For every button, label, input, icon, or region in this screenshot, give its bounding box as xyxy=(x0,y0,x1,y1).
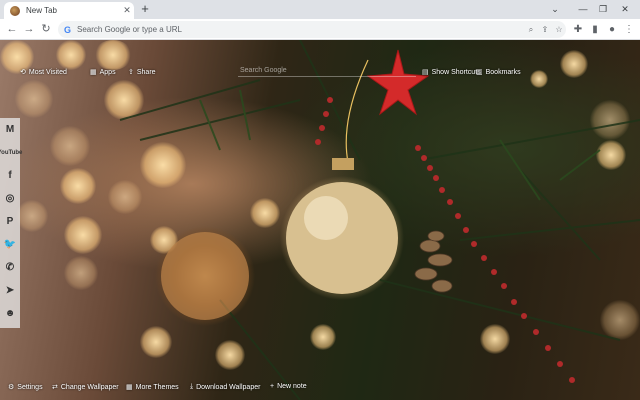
gmail-icon[interactable]: M xyxy=(0,118,20,141)
new-tab-page: ⟲ Most Visited ▦ Apps ⇪ Share Search Goo… xyxy=(0,40,640,400)
most-visited-label: Most Visited xyxy=(28,68,67,76)
show-shortcuts-button[interactable]: ▤ Show Shortcuts xyxy=(422,68,481,77)
most-visited-button[interactable]: ⟲ Most Visited xyxy=(20,68,67,77)
gold-glitter-ornament xyxy=(286,182,398,294)
maximize-button[interactable]: ❐ xyxy=(594,1,612,17)
instagram-icon[interactable]: ◎ xyxy=(0,187,20,210)
new-note-label: New note xyxy=(277,383,307,390)
star-icon[interactable]: ☆ xyxy=(552,25,566,34)
bookmarks-button[interactable]: ▥ Bookmarks xyxy=(476,68,521,77)
new-note-button[interactable]: + New note xyxy=(270,383,307,390)
youtube-icon[interactable]: YouTube xyxy=(0,141,22,164)
download-icon: ⤓ xyxy=(190,383,194,390)
tab-new-tab[interactable]: New Tab ✕ xyxy=(4,2,134,19)
wallpaper-ornaments xyxy=(119,40,640,400)
apps-label: Apps xyxy=(99,68,116,76)
more-themes-label: More Themes xyxy=(135,383,179,391)
forward-button[interactable]: → xyxy=(21,22,37,37)
share-icon[interactable]: ⇪ xyxy=(538,25,552,34)
share-button[interactable]: ⇪ Share xyxy=(128,68,156,77)
history-icon: ⟲ xyxy=(20,69,26,76)
pine-cone xyxy=(414,230,453,293)
change-wallpaper-label: Change Wallpaper xyxy=(60,383,119,391)
swap-icon: ⇄ xyxy=(52,384,58,391)
browser-toolbar: ← → ↻ G Search Google or type a URL ⌕ ⇪ … xyxy=(0,19,640,40)
bookmarks-label: Bookmarks xyxy=(485,68,521,76)
download-wallpaper-label: Download Wallpaper xyxy=(196,383,261,391)
close-window-button[interactable]: ✕ xyxy=(616,1,634,17)
twitter-icon[interactable]: 🐦 xyxy=(0,233,20,256)
ornament-highlight xyxy=(304,196,348,240)
tab-search-icon[interactable]: ⌄ xyxy=(546,1,564,17)
blurred-gold-ornament xyxy=(161,232,249,320)
reload-button[interactable]: ↻ xyxy=(38,22,54,37)
search-input[interactable]: Search Google xyxy=(238,64,416,77)
omnibox[interactable]: G Search Google or type a URL ⌕ ⇪ ☆ xyxy=(58,21,566,38)
zoom-icon[interactable]: ⌕ xyxy=(524,25,538,35)
close-icon[interactable]: ✕ xyxy=(120,5,134,16)
apps-icon: ▦ xyxy=(90,69,97,76)
reddit-icon[interactable]: ☻ xyxy=(0,302,20,325)
more-themes-button[interactable]: ▦ More Themes xyxy=(126,383,179,392)
facebook-icon[interactable]: f xyxy=(0,164,20,187)
tab-title: New Tab xyxy=(26,6,57,15)
google-icon: G xyxy=(64,24,72,35)
apps-button[interactable]: ▦ Apps xyxy=(90,68,116,77)
extensions-icon[interactable]: ✚ xyxy=(570,22,586,37)
menu-icon[interactable]: ⋮ xyxy=(621,22,637,37)
share-label: Share xyxy=(136,68,156,76)
tab-strip: New Tab ✕ + ⌄ — ❐ ✕ xyxy=(0,0,640,19)
back-button[interactable]: ← xyxy=(4,22,20,37)
shortcuts-icon: ▤ xyxy=(422,69,429,76)
bookmarks-icon: ▥ xyxy=(476,69,483,76)
ornament-cap xyxy=(332,158,354,170)
sidepanel-icon[interactable]: ▮ xyxy=(587,22,603,37)
omnibox-input[interactable]: Search Google or type a URL xyxy=(77,25,524,34)
profile-icon[interactable]: ● xyxy=(604,22,620,37)
share-icon: ⇪ xyxy=(128,69,134,76)
new-tab-button[interactable]: + xyxy=(138,2,152,17)
show-shortcuts-label: Show Shortcuts xyxy=(431,68,481,76)
gear-icon: ⚙ xyxy=(8,384,15,391)
settings-button[interactable]: ⚙ Settings xyxy=(8,383,43,392)
grid-icon: ▦ xyxy=(126,384,133,391)
telegram-icon[interactable]: ➤ xyxy=(0,279,20,302)
social-sidebar: M YouTube f ◎ P 🐦 ✆ ➤ ☻ xyxy=(0,118,22,328)
plus-icon: + xyxy=(270,383,275,390)
pinterest-icon[interactable]: P xyxy=(0,210,20,233)
minimize-button[interactable]: — xyxy=(574,1,592,17)
download-wallpaper-button[interactable]: ⤓ Download Wallpaper xyxy=(190,383,260,391)
whatsapp-icon[interactable]: ✆ xyxy=(0,256,20,279)
red-star-ornament xyxy=(366,49,430,116)
favicon-icon xyxy=(10,5,20,16)
change-wallpaper-button[interactable]: ⇄ Change Wallpaper xyxy=(52,383,119,392)
settings-label: Settings xyxy=(17,383,43,391)
